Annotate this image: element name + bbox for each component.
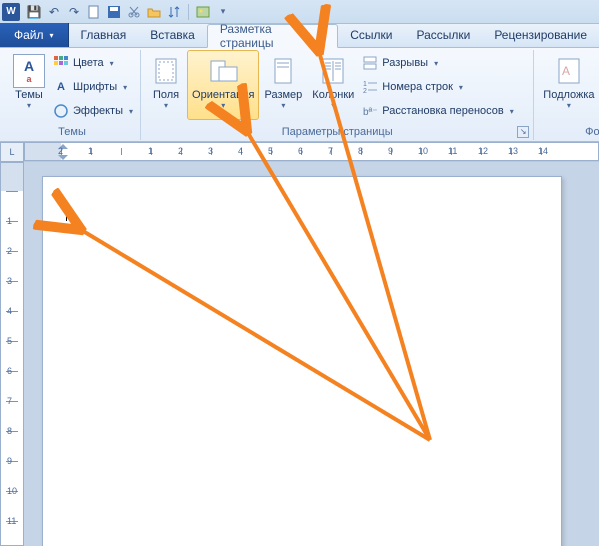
ruler-vertical[interactable]: 123456789101112	[0, 162, 24, 546]
sort-icon[interactable]	[166, 4, 182, 20]
hyphenation-button[interactable]: bª⁻ Расстановка переносов▾	[359, 100, 529, 122]
qat-separator	[188, 4, 189, 20]
word-app-icon: W	[2, 3, 20, 21]
title-bar: W 💾 ↶ ↷ ▾	[0, 0, 599, 24]
tab-file-label: Файл	[14, 28, 44, 42]
svg-text:2: 2	[363, 88, 367, 95]
margins-icon	[150, 55, 182, 87]
cut-icon[interactable]	[126, 4, 142, 20]
document-page[interactable]	[42, 176, 562, 546]
colors-icon	[53, 55, 69, 71]
redo-icon[interactable]: ↷	[66, 4, 82, 20]
breaks-button[interactable]: Разрывы▾	[359, 52, 529, 74]
orientation-label: Ориентация	[192, 89, 254, 101]
watermark-button[interactable]: A Подложка ▾	[538, 50, 599, 120]
ruler-horizontal[interactable]: 211234567891011121314	[24, 142, 599, 161]
themes-icon: Aa	[13, 54, 45, 88]
columns-label: Колонки	[312, 89, 354, 101]
group-page-background: A Подложка ▾ Фо	[534, 50, 599, 140]
svg-text:A: A	[562, 64, 570, 78]
effects-icon	[53, 103, 69, 119]
group-themes: Aa Темы ▾ Цвета▾ A Шрифты▾ Эффекты▾ Те	[4, 50, 141, 140]
svg-text:1: 1	[363, 81, 367, 88]
save-all-icon[interactable]	[106, 4, 122, 20]
ribbon-tabs: Файл▾ Главная Вставка Разметка страницы …	[0, 24, 599, 48]
svg-text:bª⁻: bª⁻	[363, 107, 378, 118]
fonts-icon: A	[53, 79, 69, 95]
picture-icon[interactable]	[195, 4, 211, 20]
tab-home[interactable]: Главная	[69, 23, 139, 47]
hyphenation-icon: bª⁻	[362, 103, 378, 119]
watermark-label: Подложка	[543, 89, 594, 101]
columns-button[interactable]: Колонки ▾	[307, 50, 359, 120]
page-viewport	[24, 162, 599, 546]
group-themes-label: Темы	[8, 125, 136, 140]
breaks-label: Разрывы	[382, 57, 428, 69]
orientation-button[interactable]: Ориентация ▾	[187, 50, 259, 120]
size-button[interactable]: Размер ▾	[259, 50, 307, 120]
ruler-corner[interactable]: L	[0, 142, 24, 162]
size-icon	[267, 55, 299, 87]
group-page-setup-label: Параметры страницы↘	[145, 125, 529, 140]
fonts-button[interactable]: A Шрифты▾	[50, 76, 136, 98]
watermark-icon: A	[553, 55, 585, 87]
undo-icon[interactable]: ↶	[46, 4, 62, 20]
columns-icon	[317, 55, 349, 87]
colors-button[interactable]: Цвета▾	[50, 52, 136, 74]
open-icon[interactable]	[146, 4, 162, 20]
dialog-launcher-icon[interactable]: ↘	[517, 126, 529, 138]
group-bg-label-partial: Фо	[538, 125, 599, 140]
tab-page-layout[interactable]: Разметка страницы	[207, 24, 338, 48]
size-label: Размер	[264, 89, 302, 101]
margins-button[interactable]: Поля ▾	[145, 50, 187, 120]
colors-label: Цвета	[73, 57, 104, 69]
line-numbers-label: Номера строк	[382, 81, 453, 93]
quick-access-toolbar: 💾 ↶ ↷ ▾	[26, 4, 231, 20]
tab-file[interactable]: Файл▾	[0, 23, 69, 47]
tab-insert[interactable]: Вставка	[138, 23, 207, 47]
new-doc-icon[interactable]	[86, 4, 102, 20]
breaks-icon	[362, 55, 378, 71]
qat-customize-icon[interactable]: ▾	[215, 4, 231, 20]
save-icon[interactable]: 💾	[26, 4, 42, 20]
fonts-label: Шрифты	[73, 81, 117, 93]
text-cursor	[66, 207, 67, 221]
line-numbers-icon: 12	[362, 79, 378, 95]
tab-references[interactable]: Ссылки	[338, 23, 404, 47]
themes-button[interactable]: Aa Темы ▾	[8, 50, 50, 120]
tab-review[interactable]: Рецензирование	[482, 23, 599, 47]
effects-label: Эффекты	[73, 105, 123, 117]
ruler-row: L 211234567891011121314	[0, 142, 599, 162]
chevron-down-icon: ▾	[27, 101, 31, 110]
document-area: 123456789101112	[0, 162, 599, 546]
themes-label: Темы	[15, 89, 43, 101]
ribbon: Aa Темы ▾ Цвета▾ A Шрифты▾ Эффекты▾ Те	[0, 48, 599, 142]
tab-mailings[interactable]: Рассылки	[404, 23, 482, 47]
margins-label: Поля	[153, 89, 179, 101]
orientation-icon	[207, 55, 239, 87]
line-numbers-button[interactable]: 12 Номера строк▾	[359, 76, 529, 98]
effects-button[interactable]: Эффекты▾	[50, 100, 136, 122]
hyphenation-label: Расстановка переносов	[382, 105, 503, 117]
group-page-setup: Поля ▾ Ориентация ▾ Размер ▾ Колонки ▾	[141, 50, 534, 140]
